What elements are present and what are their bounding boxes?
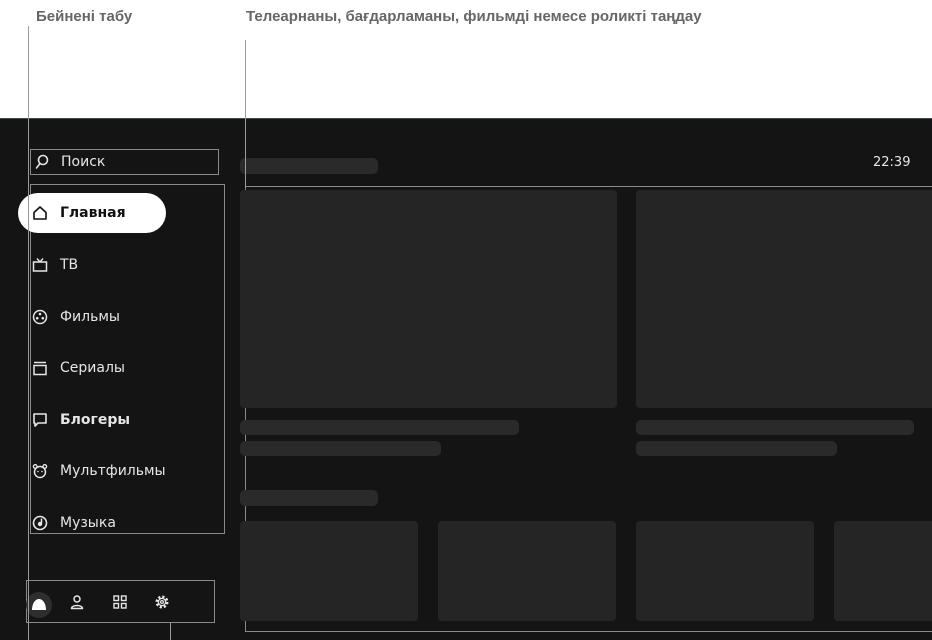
alice-assistant-button[interactable] xyxy=(26,592,52,618)
nav-label: Мультфильмы xyxy=(60,463,166,479)
subtitle-placeholder xyxy=(636,441,837,456)
screen-top-edge xyxy=(0,118,932,119)
cartoon-bear-icon xyxy=(32,464,48,479)
annotation-leader-line xyxy=(245,40,246,188)
apps-grid-icon[interactable] xyxy=(112,594,128,610)
search-field[interactable]: Поиск xyxy=(30,149,219,175)
select-content-annotation: Телеарнаны, бағдарламаны, фильмді немесе… xyxy=(246,8,702,25)
tv-screen: Поиск 22:39 Главная ТВ Фильмы Сериалы Бл… xyxy=(0,118,932,640)
subtitle-placeholder xyxy=(240,441,441,456)
series-icon xyxy=(33,361,47,376)
profile-icon[interactable] xyxy=(69,594,85,610)
title-placeholder xyxy=(240,420,519,435)
alice-assistant-icon xyxy=(32,599,46,610)
search-icon xyxy=(35,154,49,169)
annotation-leader-line xyxy=(28,26,29,640)
nav-item-cartoons[interactable]: Мультфильмы xyxy=(18,451,166,491)
content-card[interactable] xyxy=(834,521,932,621)
content-card[interactable] xyxy=(636,521,814,621)
title-placeholder xyxy=(636,420,914,435)
tv-icon xyxy=(32,258,48,272)
settings-gear-icon[interactable] xyxy=(154,594,170,610)
nav-label: Фильмы xyxy=(60,309,120,325)
content-card[interactable] xyxy=(240,521,418,621)
nav-item-series[interactable]: Сериалы xyxy=(18,348,125,388)
music-icon xyxy=(32,515,48,531)
film-reel-icon xyxy=(32,309,48,325)
nav-label: ТВ xyxy=(60,257,79,273)
annotation-leader-line xyxy=(170,622,171,640)
header-placeholder xyxy=(240,158,378,174)
section-title-placeholder xyxy=(240,490,378,506)
nav-item-bloggers[interactable]: Блогеры xyxy=(18,400,130,440)
nav-label: Блогеры xyxy=(60,412,131,428)
nav-item-films[interactable]: Фильмы xyxy=(18,297,120,337)
find-video-annotation: Бейнені табу xyxy=(36,8,133,25)
content-card[interactable] xyxy=(438,521,616,621)
search-label: Поиск xyxy=(61,154,106,170)
home-icon xyxy=(33,206,47,220)
clock: 22:39 xyxy=(873,155,911,170)
featured-card[interactable] xyxy=(240,190,617,408)
nav-item-home[interactable]: Главная xyxy=(18,193,166,233)
nav-label: Сериалы xyxy=(60,360,125,376)
featured-card[interactable] xyxy=(636,190,932,408)
nav-label: Музыка xyxy=(60,515,116,531)
nav-item-music[interactable]: Музыка xyxy=(18,503,116,543)
nav-label: Главная xyxy=(60,205,126,221)
chat-bubble-icon xyxy=(33,413,47,427)
